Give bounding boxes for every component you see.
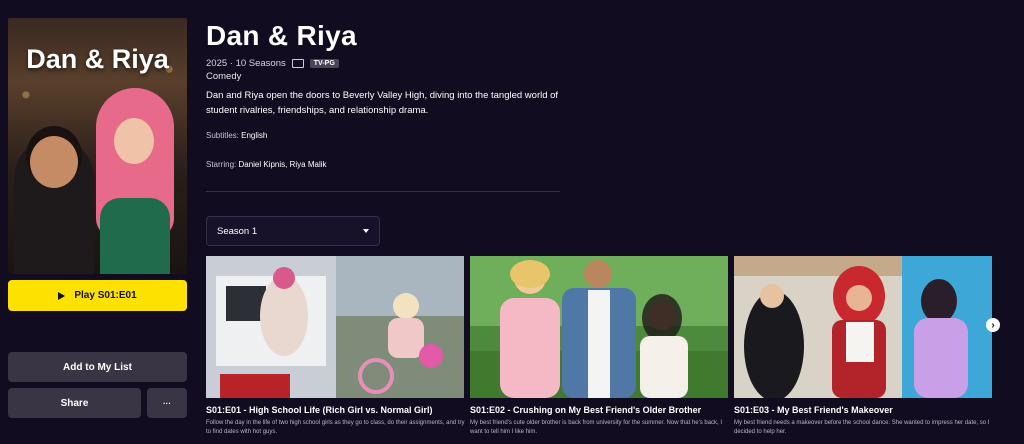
episode-title-3[interactable]: S01:E03 - My Best Friend's Makeover [734, 405, 992, 415]
season-select-value: Season 1 [217, 225, 258, 237]
chevron-down-icon [363, 229, 369, 233]
add-to-my-list-button[interactable]: Add to My List [8, 352, 187, 382]
rating-badge: TV-PG [309, 59, 339, 68]
more-options-button[interactable]: ··· [147, 388, 187, 418]
show-meta: 2025 · 10 Seasons TV-PG [206, 58, 339, 69]
episode-description-2: My best friend's cute older brother is b… [470, 420, 723, 435]
closed-captions-icon [291, 59, 304, 68]
episode-thumbnail-1[interactable] [206, 256, 464, 398]
share-button[interactable]: Share [8, 388, 141, 418]
episode-description-1: Follow the day in the life of two high s… [206, 420, 465, 435]
subtitles-value: English [241, 131, 268, 140]
play-button[interactable]: Play S01:E01 [8, 280, 187, 311]
poster-person-dan [14, 136, 94, 274]
show-description: Dan and Riya open the doors to Beverly V… [206, 90, 559, 116]
genre: Comedy [206, 71, 242, 82]
chevron-right-icon[interactable]: › [986, 318, 1000, 332]
episode-thumbnail-3[interactable] [734, 256, 992, 398]
subtitles-info: Subtitles: English [206, 131, 268, 140]
episode-title-1[interactable]: S01:E01 - High School Life (Rich Girl vs… [206, 405, 464, 415]
year-seasons: 2025 · 10 Seasons [206, 58, 286, 69]
play-icon [58, 291, 66, 300]
season-select[interactable]: Season 1 [206, 216, 380, 246]
starring-info: Starring: Daniel Kipnis, Riya Malik [206, 160, 327, 169]
poster-title: Dan & Riya [26, 44, 169, 74]
starring-value: Daniel Kipnis, Riya Malik [238, 160, 327, 169]
episode-thumbnail-2[interactable] [470, 256, 728, 398]
poster-person-riya [88, 88, 183, 274]
episode-description-3: My best friend needs a makeover before t… [734, 420, 990, 435]
episode-title-2[interactable]: S01:E02 - Crushing on My Best Friend's O… [470, 405, 728, 415]
show-title: Dan & Riya [206, 20, 357, 51]
show-poster: Dan & Riya [8, 18, 187, 274]
play-button-label: Play S01:E01 [74, 290, 137, 301]
divider [206, 191, 560, 192]
